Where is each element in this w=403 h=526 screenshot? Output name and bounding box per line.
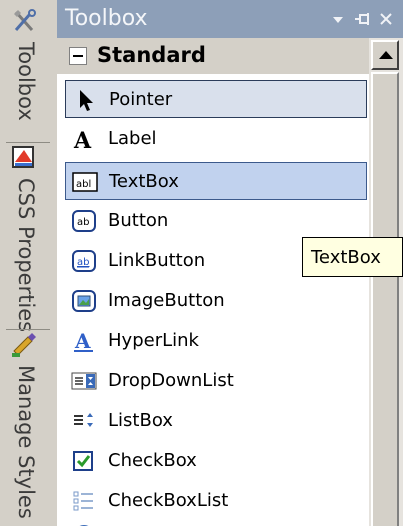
toolbox-item-checkboxlist[interactable]: CheckBoxList [65, 482, 367, 520]
pin-icon [355, 13, 369, 25]
side-tab-manage-styles[interactable]: Manage Styles [0, 331, 56, 526]
toolbox-wrench-icon [14, 9, 36, 31]
manage-styles-icon [12, 333, 36, 357]
toolbox-item-hyperlink[interactable]: A HyperLink [65, 322, 367, 360]
toolbox-item-label: HyperLink [108, 330, 199, 351]
close-icon [380, 13, 392, 25]
toolbox-item-label: ListBox [108, 410, 173, 431]
toolbox-item-listbox[interactable]: ListBox [65, 402, 367, 440]
svg-text:A: A [73, 128, 92, 152]
toolbox-item-label: Button [108, 210, 169, 231]
toolbox-item-label: DropDownList [108, 370, 234, 391]
svg-text:abl: abl [76, 179, 91, 190]
pointer-icon [80, 90, 93, 111]
toolbox-item-imagebutton[interactable]: ImageButton [65, 282, 367, 320]
dropdownlist-icon [71, 372, 97, 390]
toolbox-item-textbox[interactable]: abl TextBox [65, 162, 367, 200]
toolbox-item-pointer[interactable]: Pointer [65, 80, 367, 118]
toolbox-item-dropdownlist[interactable]: DropDownList [65, 362, 367, 400]
tooltip-text: TextBox [311, 247, 381, 268]
listbox-icon [74, 413, 93, 427]
button-icon: ab [72, 210, 96, 232]
side-tab-css-properties[interactable]: CSS Properties [0, 144, 56, 332]
toolbox-item-label: CheckBox [108, 450, 197, 471]
side-tab-divider [6, 329, 50, 330]
side-tab-divider [6, 142, 50, 143]
textbox-icon: abl [72, 172, 98, 192]
label-icon: A [73, 128, 92, 152]
toolbox-title: Toolbox [65, 6, 148, 31]
scroll-up-arrow-icon[interactable] [371, 40, 399, 70]
collapse-minus-icon[interactable] [69, 47, 87, 65]
toolbox-item-label: CheckBoxList [108, 490, 229, 511]
side-tab-css-properties-label: CSS Properties [14, 178, 38, 333]
close-button[interactable] [375, 9, 397, 29]
toolbox-titlebar: Toolbox [57, 0, 403, 39]
toolbox-item-label: Label [108, 128, 157, 149]
css-properties-icon [12, 146, 34, 168]
scroll-thumb[interactable] [371, 72, 399, 526]
toolbox-item-button[interactable]: ab Button [65, 202, 367, 240]
svg-text:ab: ab [77, 257, 89, 268]
chevron-down-icon [333, 17, 343, 23]
checkbox-icon [73, 451, 93, 471]
side-tab-toolbox-label: Toolbox [14, 42, 38, 121]
side-tab-manage-styles-label: Manage Styles [14, 365, 38, 519]
group-header-standard[interactable]: Standard [57, 38, 369, 74]
window-position-dropdown-button[interactable] [327, 9, 349, 29]
side-tab-toolbox[interactable]: Toolbox [0, 0, 56, 142]
tooltip: TextBox [302, 237, 403, 277]
toolbox-item-label-control[interactable]: A Label [65, 120, 367, 158]
auto-hide-pin-button[interactable] [351, 9, 373, 29]
imagebutton-icon [72, 290, 96, 312]
toolbox-item-label: TextBox [109, 171, 179, 192]
toolbox-item-checkbox[interactable]: CheckBox [65, 442, 367, 480]
toolbox-item-label: Pointer [109, 89, 173, 110]
vertical-scrollbar[interactable] [369, 38, 403, 526]
group-title: Standard [97, 43, 206, 67]
svg-text:ab: ab [77, 217, 89, 228]
toolbox-item-label: ImageButton [108, 290, 225, 311]
toolbox-item-next-partial[interactable] [65, 522, 367, 526]
toolbox-item-label: LinkButton [108, 250, 206, 271]
linkbutton-icon: ab [72, 250, 96, 272]
checkboxlist-icon [73, 491, 93, 511]
svg-text:A: A [74, 329, 91, 353]
side-tab-strip: Toolbox CSS Properties Manage Styles [0, 0, 58, 526]
hyperlink-icon: A [74, 329, 93, 353]
radiobutton-icon [79, 525, 89, 526]
